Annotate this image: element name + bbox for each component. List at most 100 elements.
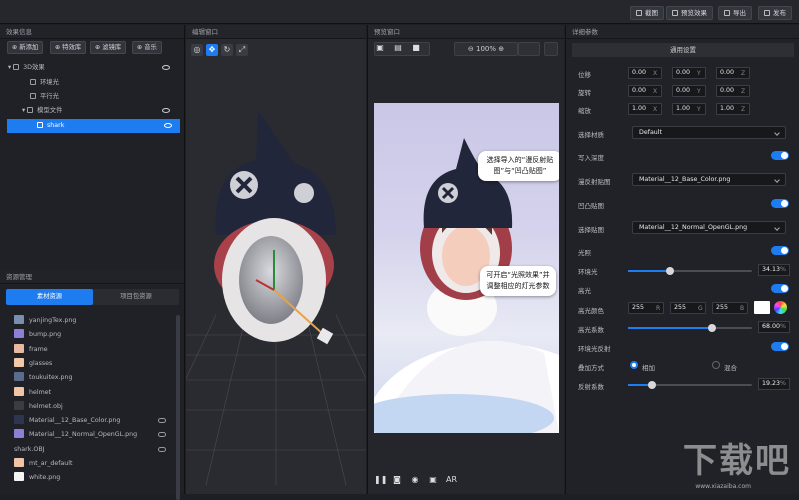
file-list-item[interactable]: shark.OBJ	[14, 443, 174, 457]
file-thumbnail	[14, 386, 24, 396]
device-button[interactable]	[544, 42, 558, 56]
file-list-item[interactable]: Material__12_Normal_OpenGL.png	[14, 428, 174, 442]
link-icon[interactable]	[158, 446, 166, 452]
file-list-item[interactable]: glasses	[14, 357, 174, 371]
file-name: yanjingTex.png	[29, 317, 77, 324]
lighting-toggle[interactable]	[771, 246, 789, 255]
scrollbar[interactable]	[176, 315, 180, 500]
ar-button[interactable]: AR	[446, 475, 457, 485]
tree-item-3d-effect[interactable]: ▾ 3D效果	[0, 61, 184, 75]
link-icon[interactable]	[158, 418, 166, 424]
image-icon[interactable]: ▣	[375, 43, 385, 53]
color-swatch[interactable]	[754, 301, 770, 314]
send-icon	[764, 10, 770, 16]
ratio-button[interactable]	[518, 42, 540, 56]
tab-project-resources[interactable]: 项目包资源	[93, 289, 179, 305]
file-list-item[interactable]: Material__12_Base_Color.png	[14, 414, 174, 428]
cube-icon	[13, 64, 20, 70]
file-list-item[interactable]: mt_ar_default	[14, 457, 174, 471]
file-list-item[interactable]: yanjingTex.png	[14, 314, 174, 328]
properties-title: 详细参数	[566, 25, 799, 39]
3d-viewport[interactable]	[186, 65, 366, 485]
annotation-bubble-maps: 选择导入的“漫反射贴图”与“凹凸贴图”	[478, 151, 559, 181]
highlight-toggle[interactable]	[771, 284, 789, 293]
publish-button[interactable]: 发布	[758, 6, 792, 20]
file-list-item[interactable]: bump.png	[14, 328, 174, 342]
zoom-level: 100%	[475, 45, 496, 53]
blend-add-radio[interactable]	[630, 361, 638, 369]
chevron-down-icon	[774, 225, 780, 231]
select-icon[interactable]: ◎	[191, 44, 203, 56]
resource-manager-title: 资源管理	[0, 270, 184, 284]
move-icon[interactable]: ✥	[206, 44, 218, 56]
env-reflect-toggle[interactable]	[771, 342, 789, 351]
camera-icon[interactable]: ■	[411, 43, 421, 53]
editor-window: 编辑窗口 ◎ ✥ ↻ ⤢	[186, 25, 366, 494]
effect-info-panel: 效果信息 ⊕ 新添加 ⊕ 特效库 ⊕ 滤镜库 ⊕ 音乐 ▾ 3D效果 环境光 平…	[0, 25, 185, 500]
model-icon	[27, 107, 34, 113]
gallery-icon[interactable]: ▣	[428, 475, 438, 485]
new-add-button[interactable]: ⊕ 新添加	[7, 41, 44, 54]
blend-mix-radio[interactable]	[712, 361, 720, 369]
scissors-icon	[636, 10, 642, 16]
file-name: Material__12_Base_Color.png	[29, 417, 121, 425]
diffuse-map-select[interactable]: Material__12_Base_Color.png	[632, 173, 786, 186]
preview-effect-button[interactable]: 预览效果	[666, 6, 713, 20]
color-picker-icon[interactable]	[774, 301, 787, 314]
filter-library-button[interactable]: ⊕ 滤镜库	[90, 41, 127, 54]
diffuse-map-label: 漫反射贴图	[578, 178, 611, 186]
annotation-bubble-lighting: 可开启“光照效果”并调整相应的灯光参数	[480, 266, 556, 296]
eye-icon[interactable]	[164, 123, 172, 128]
eye-icon[interactable]	[162, 108, 170, 113]
bump-texture-select[interactable]: Material__12_Normal_OpenGL.png	[632, 221, 786, 234]
highlight-coef-value[interactable]: 68.00%	[758, 321, 790, 333]
reflect-coef-value[interactable]: 19.23%	[758, 378, 790, 390]
file-list-item[interactable]: frame	[14, 343, 174, 357]
tree-item-parallel-light[interactable]: 平行光	[0, 90, 184, 104]
file-name: helmet.obj	[29, 402, 63, 410]
resource-tabs: 素材资源 项目包资源	[6, 289, 179, 305]
editor-toolbar: ◎ ✥ ↻ ⤢	[191, 44, 251, 56]
tree-item-model-file[interactable]: ▾ 模型文件	[0, 104, 184, 118]
bump-map-toggle[interactable]	[771, 199, 789, 208]
effect-info-title: 效果信息	[0, 25, 184, 39]
model-icon	[37, 122, 43, 128]
file-list-item[interactable]: helmet	[14, 386, 174, 400]
light-icon	[30, 79, 36, 85]
ambient-light-value[interactable]: 34.13%	[758, 264, 790, 276]
file-list-item[interactable]: toukuitex.png	[14, 371, 174, 385]
rotate-icon[interactable]: ↻	[221, 44, 233, 56]
video-icon[interactable]: ▤	[393, 43, 403, 53]
chevron-down-icon	[774, 130, 780, 136]
chevron-down-icon	[774, 177, 780, 183]
link-icon[interactable]	[158, 432, 166, 438]
camera-icon[interactable]: ◙	[392, 475, 402, 485]
zoom-out-icon[interactable]: ⊖	[468, 45, 474, 53]
zoom-in-icon[interactable]: ⊕	[498, 45, 504, 53]
export-button[interactable]: 导出	[718, 6, 752, 20]
material-select[interactable]: Default	[632, 126, 786, 139]
file-list-item[interactable]: white.png	[14, 471, 174, 485]
highlight-coef-slider[interactable]	[628, 324, 752, 332]
pause-icon[interactable]: ❚❚	[374, 475, 387, 485]
tree-item-ambient-light[interactable]: 环境光	[0, 76, 184, 90]
eye-icon[interactable]	[162, 65, 170, 70]
general-settings-header[interactable]: 通用设置	[572, 43, 794, 57]
scale-icon[interactable]: ⤢	[236, 44, 248, 56]
rotation-label: 旋转	[578, 89, 591, 97]
screenshot-button[interactable]: 截图	[630, 6, 664, 20]
ambient-light-slider[interactable]	[628, 267, 752, 275]
reflect-coef-label: 反射系数	[578, 383, 604, 391]
file-thumbnail	[14, 458, 24, 467]
tree-item-shark[interactable]: shark	[7, 119, 180, 133]
effects-library-button[interactable]: ⊕ 特效库	[50, 41, 87, 54]
record-icon[interactable]: ◉	[410, 475, 420, 485]
zoom-control[interactable]: ⊖ 100% ⊕	[454, 42, 518, 56]
depth-write-toggle[interactable]	[771, 151, 789, 160]
preview-icon	[672, 10, 678, 16]
tab-material-resources[interactable]: 素材资源	[6, 289, 93, 305]
reflect-coef-slider[interactable]	[628, 381, 752, 389]
music-button[interactable]: ⊕ 音乐	[132, 41, 162, 54]
watermark-logo: 下载吧	[683, 441, 791, 481]
file-list-item[interactable]: helmet.obj	[14, 400, 174, 414]
